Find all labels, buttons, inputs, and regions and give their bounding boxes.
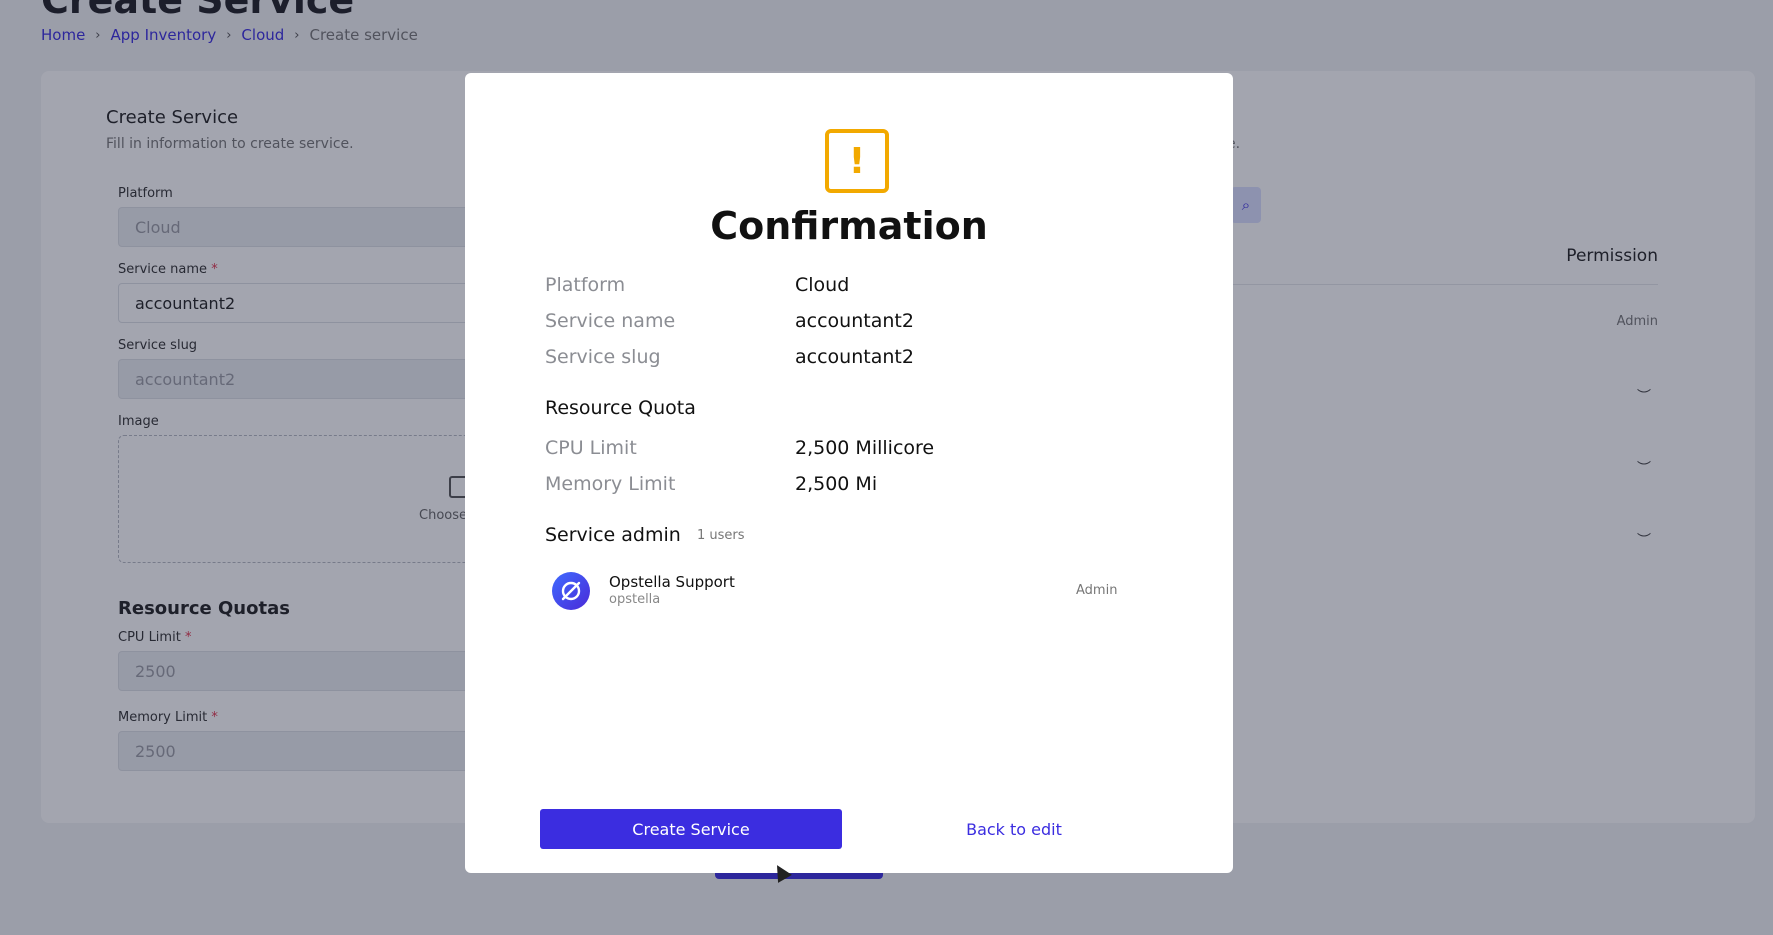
- admin-count: 1 users: [697, 528, 745, 543]
- platform-value: Cloud: [795, 274, 850, 296]
- modal-title: Confirmation: [710, 204, 988, 248]
- warning-icon: !: [825, 129, 889, 193]
- user-name: Opstella Support: [609, 573, 735, 591]
- memory-limit-label: Memory Limit: [545, 473, 676, 495]
- platform-label: Platform: [545, 274, 626, 296]
- avatar: [552, 572, 590, 610]
- opstella-logo-icon: [561, 581, 581, 601]
- service-name-value: accountant2: [795, 310, 914, 332]
- service-slug-label: Service slug: [545, 346, 661, 368]
- confirmation-modal: ! Confirmation Platform Cloud Service na…: [465, 73, 1233, 873]
- resource-quota-title: Resource Quota: [545, 397, 696, 419]
- user-role: Admin: [1076, 583, 1118, 598]
- cpu-limit-label: CPU Limit: [545, 437, 637, 459]
- service-slug-value: accountant2: [795, 346, 914, 368]
- service-admin-title: Service admin: [545, 524, 681, 546]
- create-service-button[interactable]: Create Service: [540, 809, 842, 849]
- memory-limit-value: 2,500 Mi: [795, 473, 878, 495]
- back-to-edit-button[interactable]: Back to edit: [949, 809, 1079, 849]
- service-name-label: Service name: [545, 310, 676, 332]
- cpu-limit-value: 2,500 Millicore: [795, 437, 935, 459]
- user-handle: opstella: [609, 592, 661, 607]
